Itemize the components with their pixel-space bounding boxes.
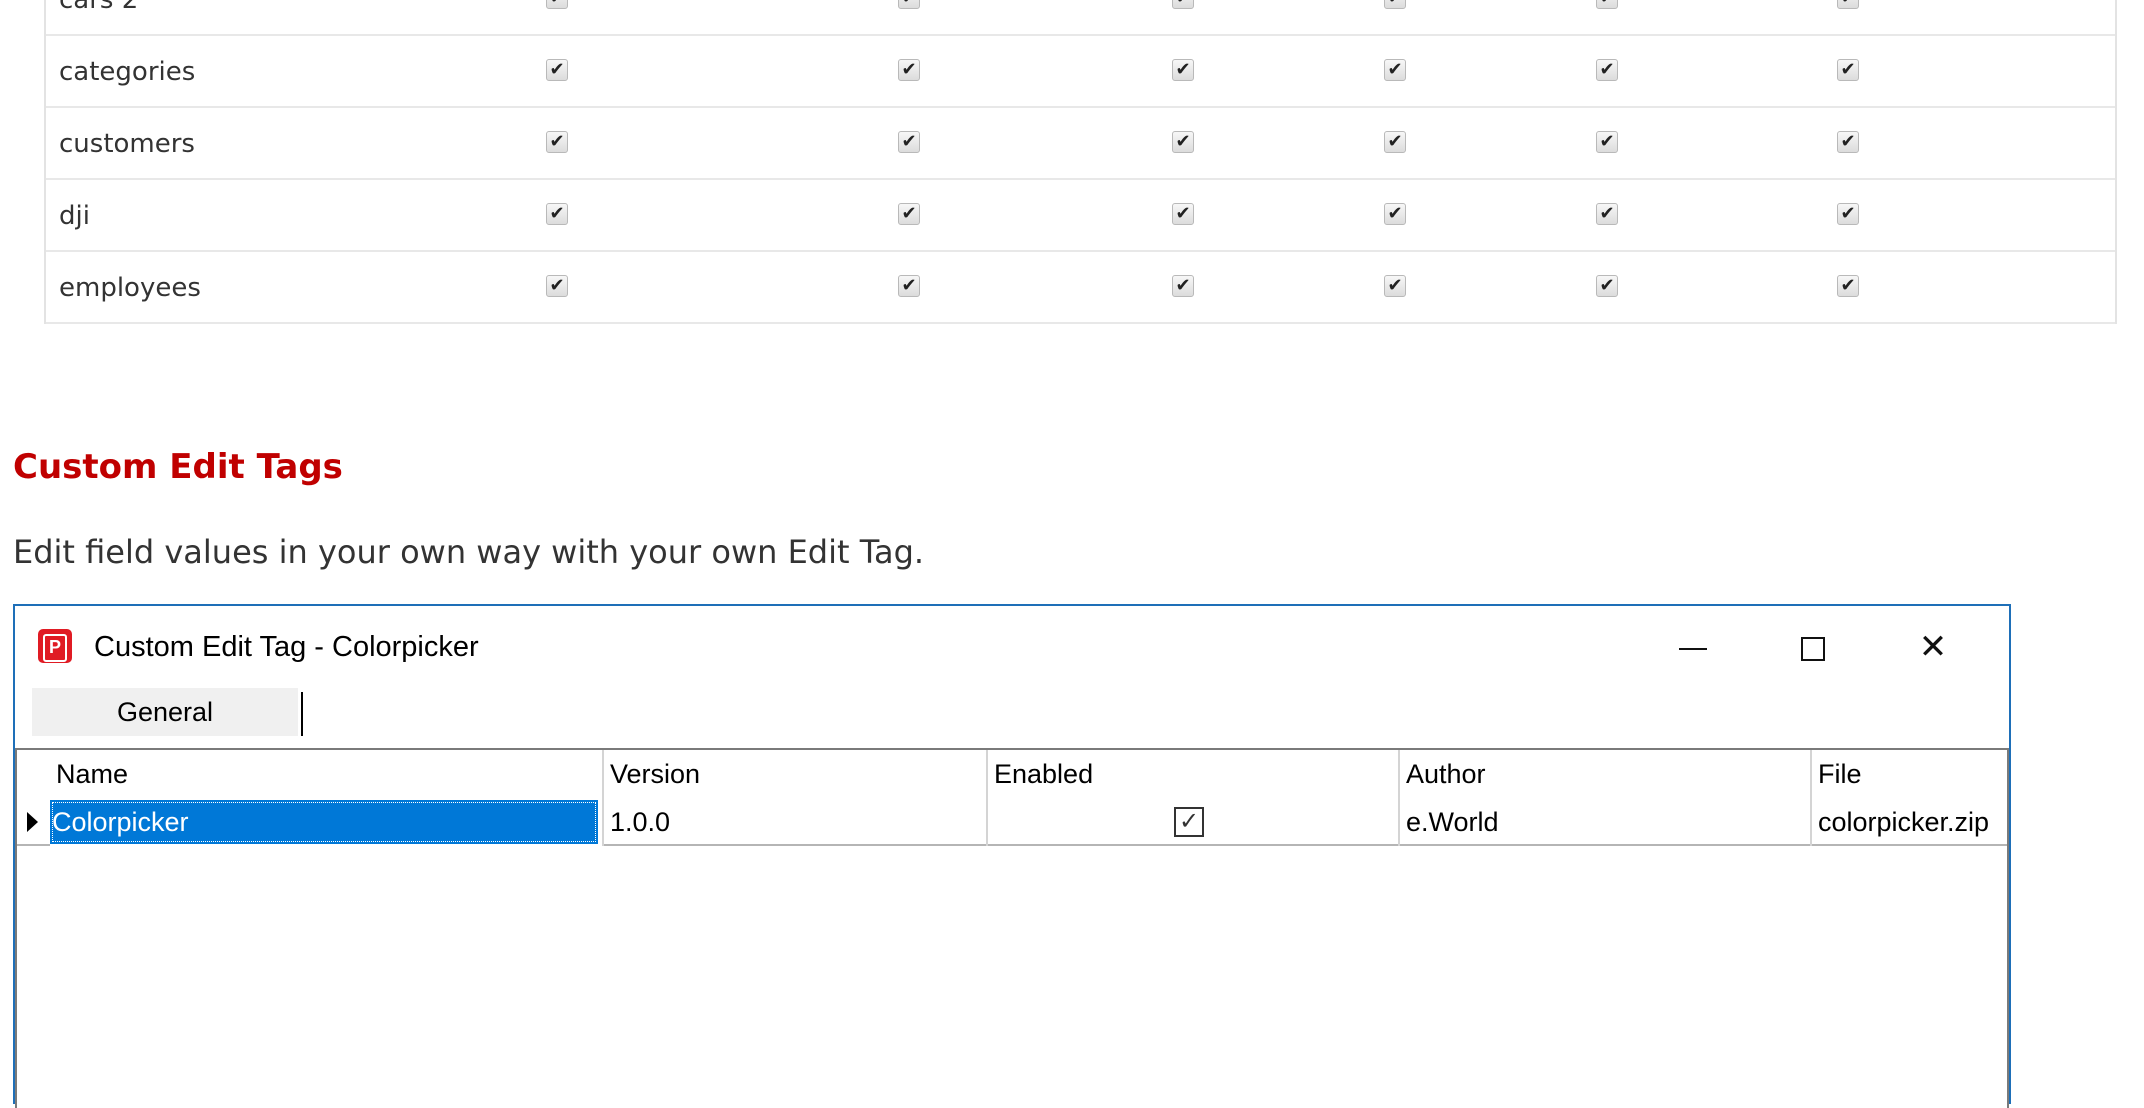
- table-row: cars 2 ✔ ✔ ✔ ✔ ✔ ✔: [46, 0, 2115, 36]
- cell-file[interactable]: colorpicker.zip: [1812, 798, 2009, 846]
- permission-checkbox[interactable]: ✔: [1837, 203, 1859, 225]
- permission-checkbox[interactable]: ✔: [546, 203, 568, 225]
- permission-checkbox[interactable]: ✔: [546, 131, 568, 153]
- table-name: employees: [59, 273, 201, 303]
- permission-checkbox[interactable]: ✔: [1596, 203, 1618, 225]
- permission-checkbox[interactable]: ✔: [1172, 59, 1194, 81]
- permission-checkbox[interactable]: ✔: [898, 59, 920, 81]
- tab-general[interactable]: General: [32, 688, 298, 736]
- permission-checkbox[interactable]: ✔: [1384, 59, 1406, 81]
- column-header-name[interactable]: Name: [50, 750, 604, 798]
- permission-checkbox[interactable]: ✔: [1596, 59, 1618, 81]
- column-header-author[interactable]: Author: [1400, 750, 1812, 798]
- cell-author[interactable]: e.World: [1400, 798, 1812, 846]
- close-button[interactable]: ✕: [1903, 606, 1963, 688]
- permission-checkbox[interactable]: ✔: [1384, 203, 1406, 225]
- permission-checkbox[interactable]: ✔: [546, 59, 568, 81]
- permission-checkbox[interactable]: ✔: [1172, 203, 1194, 225]
- permission-checkbox[interactable]: ✔: [1837, 59, 1859, 81]
- permission-checkbox[interactable]: ✔: [1596, 131, 1618, 153]
- row-selector[interactable]: [17, 798, 50, 846]
- enabled-checkbox[interactable]: ✓: [1174, 807, 1204, 837]
- tab-strip: General: [15, 688, 2009, 736]
- permission-checkbox[interactable]: ✔: [1837, 0, 1859, 9]
- permission-checkbox[interactable]: ✔: [1172, 0, 1194, 9]
- permission-checkbox[interactable]: ✔: [1596, 275, 1618, 297]
- cell-name[interactable]: Colorpicker: [50, 798, 604, 846]
- table-row: dji ✔ ✔ ✔ ✔ ✔ ✔: [46, 180, 2115, 252]
- header-gutter: [17, 750, 50, 798]
- grid-header: Name Version Enabled Author File: [17, 750, 2007, 798]
- window-titlebar[interactable]: P Custom Edit Tag - Colorpicker ✕: [15, 606, 2009, 688]
- close-icon: ✕: [1918, 628, 1948, 666]
- minimize-button[interactable]: [1663, 606, 1723, 688]
- column-header-version[interactable]: Version: [604, 750, 988, 798]
- table-row[interactable]: Colorpicker 1.0.0 ✓ e.World colorpicker.…: [17, 798, 2007, 846]
- permission-checkbox[interactable]: ✔: [1384, 0, 1406, 9]
- permission-checkbox[interactable]: ✔: [898, 0, 920, 9]
- permission-checkbox[interactable]: ✔: [1837, 275, 1859, 297]
- table-row: customers ✔ ✔ ✔ ✔ ✔ ✔: [46, 108, 2115, 180]
- maximize-button[interactable]: [1783, 606, 1843, 688]
- permission-checkbox[interactable]: ✔: [546, 275, 568, 297]
- cell-version[interactable]: 1.0.0: [604, 798, 988, 846]
- permission-checkbox[interactable]: ✔: [1384, 131, 1406, 153]
- section-title: Custom Edit Tags: [13, 447, 343, 487]
- minimize-icon: [1679, 648, 1707, 651]
- edit-tags-grid[interactable]: Name Version Enabled Author File Colorpi…: [15, 748, 2009, 1108]
- custom-edit-tag-window: P Custom Edit Tag - Colorpicker ✕ Genera…: [13, 604, 2011, 1108]
- table-name: dji: [59, 201, 90, 231]
- permissions-table: cars 2 ✔ ✔ ✔ ✔ ✔ ✔ categories ✔ ✔ ✔ ✔ ✔ ✔ customers ✔ ✔ ✔…: [44, 0, 2117, 324]
- section-description: Edit field values in your own way with y…: [13, 533, 925, 571]
- table-name: customers: [59, 129, 195, 159]
- permission-checkbox[interactable]: ✔: [1384, 275, 1406, 297]
- table-name: cars 2: [59, 0, 139, 15]
- cell-enabled[interactable]: ✓: [988, 798, 1400, 846]
- permission-checkbox[interactable]: ✔: [1172, 275, 1194, 297]
- column-header-file[interactable]: File: [1812, 750, 2009, 798]
- permission-checkbox[interactable]: ✔: [1596, 0, 1618, 9]
- app-logo-icon: P: [38, 629, 72, 663]
- permission-checkbox[interactable]: ✔: [1837, 131, 1859, 153]
- permission-checkbox[interactable]: ✔: [546, 0, 568, 9]
- table-name: categories: [59, 57, 196, 87]
- text-caret: [301, 692, 303, 736]
- maximize-icon: [1801, 637, 1825, 662]
- window-title: Custom Edit Tag - Colorpicker: [94, 631, 479, 663]
- permission-checkbox[interactable]: ✔: [898, 203, 920, 225]
- permission-checkbox[interactable]: ✔: [898, 275, 920, 297]
- column-header-enabled[interactable]: Enabled: [988, 750, 1400, 798]
- table-row: employees ✔ ✔ ✔ ✔ ✔ ✔: [46, 252, 2115, 324]
- permission-checkbox[interactable]: ✔: [1172, 131, 1194, 153]
- permission-checkbox[interactable]: ✔: [898, 131, 920, 153]
- row-pointer-icon: [27, 812, 38, 832]
- table-row: categories ✔ ✔ ✔ ✔ ✔ ✔: [46, 36, 2115, 108]
